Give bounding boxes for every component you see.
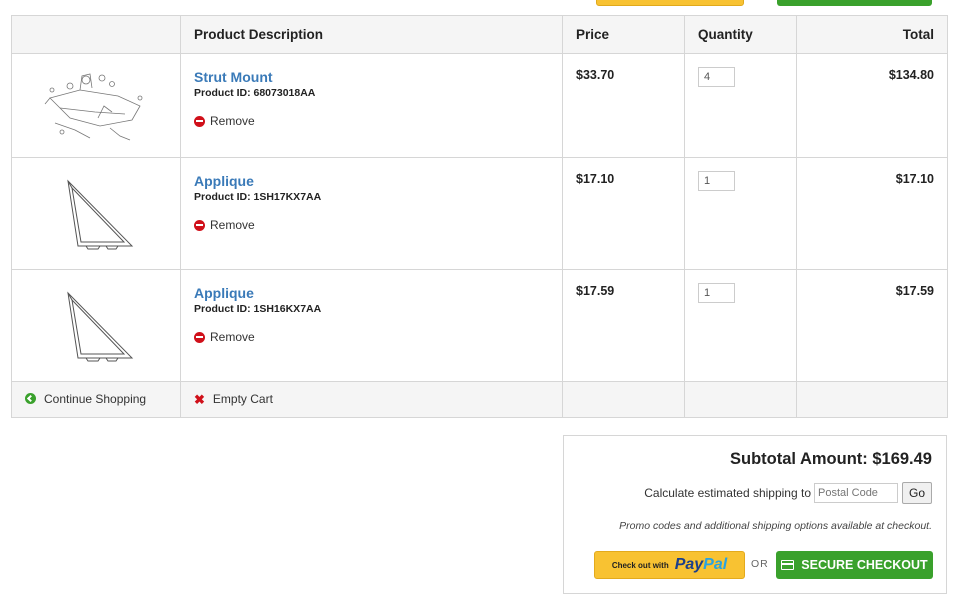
remove-button[interactable]: Remove xyxy=(194,218,255,232)
item-total: $134.80 xyxy=(796,53,948,158)
secure-checkout-button[interactable]: SECURE CHECKOUT xyxy=(776,551,933,579)
continue-shopping-link[interactable]: Continue Shopping xyxy=(25,392,146,406)
subtotal-amount: Subtotal Amount: $169.49 xyxy=(729,450,932,468)
paypal-logo: PayPal xyxy=(675,556,727,574)
footer-blank xyxy=(796,381,948,418)
footer-blank xyxy=(684,381,797,418)
paypal-logo-pal: Pal xyxy=(703,556,728,573)
footer-blank xyxy=(562,381,685,418)
header-description: Product Description xyxy=(180,15,563,54)
shipping-estimator: Calculate estimated shipping to Go xyxy=(644,482,932,504)
product-image[interactable] xyxy=(11,157,181,270)
remove-button[interactable]: Remove xyxy=(194,114,255,128)
product-description: Applique Product ID: 1SH17KX7AA Remove xyxy=(180,157,563,270)
quantity-cell xyxy=(684,53,797,158)
cart-table: Product Description Price Quantity Total xyxy=(11,15,948,418)
table-row: Strut Mount Product ID: 68073018AA Remov… xyxy=(11,53,948,158)
product-image[interactable] xyxy=(11,269,181,382)
paypal-prefix: Check out with xyxy=(611,560,669,570)
product-name-link[interactable]: Applique xyxy=(194,173,549,189)
item-total: $17.59 xyxy=(796,269,948,382)
product-id: Product ID: 68073018AA xyxy=(194,87,316,99)
item-total: $17.10 xyxy=(796,157,948,270)
product-id: Product ID: 1SH17KX7AA xyxy=(194,191,322,203)
top-secure-checkout-button[interactable] xyxy=(777,0,932,6)
or-separator: OR xyxy=(751,558,769,570)
item-price: $17.59 xyxy=(562,269,685,382)
promo-note: Promo codes and additional shipping opti… xyxy=(619,520,932,532)
remove-label: Remove xyxy=(210,330,255,344)
paypal-logo-pay: Pay xyxy=(674,556,704,573)
empty-cart-label: Empty Cart xyxy=(212,392,273,407)
continue-cell: Continue Shopping xyxy=(11,381,181,418)
top-paypal-button[interactable] xyxy=(596,0,744,6)
secure-checkout-label: SECURE CHECKOUT xyxy=(801,558,928,572)
remove-icon xyxy=(194,331,205,343)
strut-mount-diagram-icon xyxy=(44,73,143,140)
header-image xyxy=(11,15,181,54)
product-description: Applique Product ID: 1SH16KX7AA Remove xyxy=(180,269,563,382)
product-image[interactable] xyxy=(11,53,181,158)
remove-button[interactable]: Remove xyxy=(194,330,255,344)
quantity-input[interactable] xyxy=(698,283,735,303)
go-button[interactable]: Go xyxy=(902,482,932,504)
remove-icon xyxy=(194,115,205,127)
empty-cart-link[interactable]: ✖ Empty Cart xyxy=(194,392,273,406)
applique-diagram-icon xyxy=(67,291,134,361)
quantity-cell xyxy=(684,157,797,270)
empty-cell: ✖ Empty Cart xyxy=(180,381,563,418)
item-price: $17.10 xyxy=(562,157,685,270)
applique-diagram-icon xyxy=(67,179,134,249)
table-row: Applique Product ID: 1SH16KX7AA Remove $… xyxy=(11,269,948,382)
quantity-input[interactable] xyxy=(698,171,735,191)
header-quantity: Quantity xyxy=(684,15,797,54)
product-id: Product ID: 1SH16KX7AA xyxy=(194,303,322,315)
header-price: Price xyxy=(562,15,685,54)
continue-shopping-label: Continue Shopping xyxy=(44,391,147,406)
product-description: Strut Mount Product ID: 68073018AA Remov… xyxy=(180,53,563,158)
postal-code-input[interactable] xyxy=(814,483,898,503)
cart-footer-row: Continue Shopping ✖ Empty Cart xyxy=(11,381,948,418)
order-summary: Subtotal Amount: $169.49 Calculate estim… xyxy=(563,435,947,594)
paypal-checkout-button[interactable]: Check out with PayPal xyxy=(594,551,745,579)
remove-icon xyxy=(194,219,205,231)
product-name-link[interactable]: Applique xyxy=(194,285,549,301)
quantity-input[interactable] xyxy=(698,67,735,87)
product-name-link[interactable]: Strut Mount xyxy=(194,69,549,85)
item-price: $33.70 xyxy=(562,53,685,158)
credit-card-icon xyxy=(781,560,795,570)
remove-label: Remove xyxy=(210,218,255,232)
table-row: Applique Product ID: 1SH17KX7AA Remove $… xyxy=(11,157,948,270)
remove-label: Remove xyxy=(210,114,255,128)
cart-header-row: Product Description Price Quantity Total xyxy=(11,15,948,54)
arrow-left-circle-icon xyxy=(25,393,36,405)
header-total: Total xyxy=(796,15,948,54)
close-icon: ✖ xyxy=(194,391,205,407)
shipping-label: Calculate estimated shipping to xyxy=(644,486,811,500)
quantity-cell xyxy=(684,269,797,382)
